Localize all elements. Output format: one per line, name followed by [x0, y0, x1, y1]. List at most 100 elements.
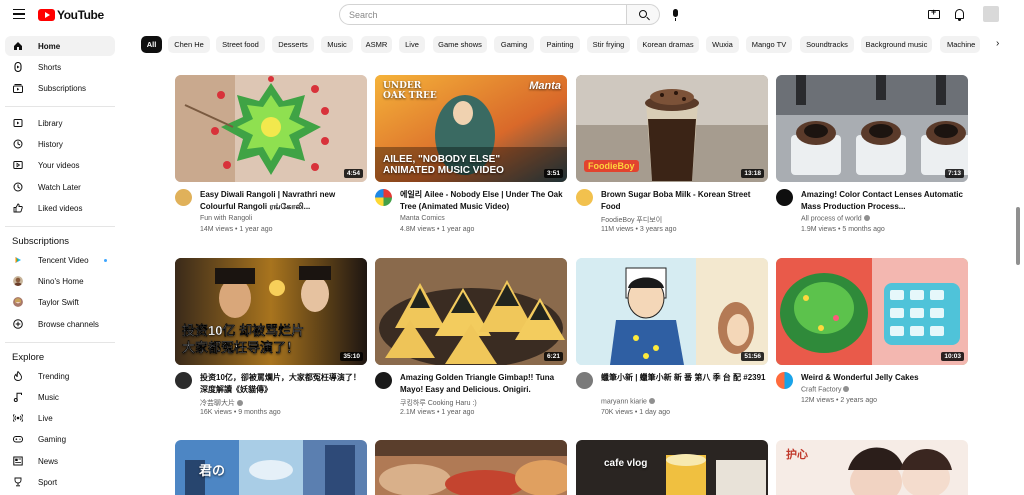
create-video-icon[interactable] [928, 7, 940, 19]
channel-name[interactable]: Craft Factory [801, 386, 850, 394]
microphone-icon[interactable] [673, 9, 678, 21]
page-scrollbar[interactable] [1016, 207, 1020, 265]
sidebar-item-label: Home [38, 41, 61, 51]
video-thumbnail[interactable]: UNDER OAK TREE Manta AILEE, "NOBODY ELSE"… [375, 75, 567, 182]
chevron-right-icon[interactable]: › [996, 39, 1004, 49]
channel-avatar[interactable] [576, 189, 593, 206]
channel-name-text: Fun with Rangoli [200, 215, 253, 222]
video-thumbnail[interactable]: 护心 [776, 440, 968, 495]
channel-avatar[interactable] [776, 372, 793, 389]
sidebar-item-library[interactable]: Library [5, 113, 115, 133]
sidebar-item-history[interactable]: History [5, 134, 115, 154]
sidebar-item-label: Subscriptions [38, 83, 87, 93]
channel-avatar[interactable] [175, 189, 192, 206]
channel-avatar[interactable] [776, 189, 793, 206]
notifications-bell-icon[interactable] [955, 9, 964, 21]
sidebar-item-live[interactable]: Live [5, 408, 115, 428]
upload-age: 9 months ago [238, 409, 281, 416]
chip-stir-frying[interactable]: Stir frying [587, 36, 630, 53]
sidebar-item-home[interactable]: Home [5, 36, 115, 56]
video-thumbnail[interactable]: 投资10亿 却被骂烂片 大家都冤枉导演了！ 35:10 [175, 258, 367, 365]
sidebar-item-sport[interactable]: Sport [5, 472, 115, 492]
video-thumbnail[interactable]: 4:54 [175, 75, 367, 182]
chip-live[interactable]: Live [399, 36, 425, 53]
sidebar-item-liked-videos[interactable]: Liked videos [5, 198, 115, 218]
channel-name-text: 쿠킹하루 Cooking Haru :) [400, 400, 477, 407]
channel-avatar[interactable] [375, 372, 392, 389]
chip-wuxia[interactable]: Wuxia [706, 36, 739, 53]
video-title[interactable]: 投资10亿，卻被罵爛片，大家都冤枉導演了！深度解讀《妖貓傳》 [200, 372, 368, 395]
video-title[interactable]: 蠟筆小新 | 蠟筆小新 新 番 第八 季 台 配 #2391 [601, 372, 769, 384]
menu-icon[interactable] [13, 9, 25, 20]
sidebar-item-gaming[interactable]: Gaming [5, 429, 115, 449]
chip-music[interactable]: Music [321, 36, 353, 53]
chip-street-food[interactable]: Street food [216, 36, 265, 53]
sidebar-item-watch-later[interactable]: Watch Later [5, 177, 115, 197]
video-title[interactable]: Amazing! Color Contact Lenses Automatic … [801, 189, 969, 212]
sidebar-item-music[interactable]: Music [5, 387, 115, 407]
video-title[interactable]: Brown Sugar Boba Milk - Korean Street Fo… [601, 189, 769, 212]
search-button[interactable] [627, 4, 660, 25]
gimbap-thumbnail-art [375, 258, 567, 365]
sidebar-item-your-videos[interactable]: Your videos [5, 155, 115, 175]
channel-name[interactable]: 冷芸聊大片 [200, 398, 243, 408]
video-title[interactable]: Weird & Wonderful Jelly Cakes [801, 372, 969, 384]
chip-machine[interactable]: Machine [940, 36, 980, 53]
sidebar-item-subscriptions[interactable]: Subscriptions [5, 78, 115, 98]
channel-name[interactable]: Manta Comics [400, 215, 445, 222]
thumbnail-caption: 投资10亿 却被骂烂片 大家都冤枉导演了！ [182, 323, 305, 355]
upload-age: 3 years ago [639, 226, 677, 233]
video-title[interactable]: Easy Diwali Rangoli | Navrathri new Colo… [200, 189, 368, 212]
sidebar-item-trending[interactable]: Trending [5, 366, 115, 386]
video-title[interactable]: Amazing Golden Triangle Gimbap!! Tuna Ma… [400, 372, 568, 395]
sidebar-item-shorts[interactable]: Shorts [5, 57, 115, 77]
video-thumbnail[interactable] [375, 440, 567, 495]
chip-all[interactable]: All [141, 36, 162, 53]
chip-game-shows[interactable]: Game shows [433, 36, 487, 53]
video-thumbnail[interactable]: 51:56 [576, 258, 768, 365]
sidebar-item-taylor-swift[interactable]: Taylor Swift [5, 292, 115, 312]
chip-desserts[interactable]: Desserts [272, 36, 314, 53]
video-thumbnail[interactable]: 君の [175, 440, 367, 495]
channel-name[interactable]: All process of world [801, 215, 870, 223]
street-food-thumbnail-art [375, 440, 567, 495]
sidebar-item-label: Watch Later [38, 182, 81, 192]
video-meta: 70K views • 1 day ago [601, 409, 670, 416]
channel-name-text: All process of world [801, 215, 862, 223]
video-meta: 2.1M views • 1 year ago [400, 409, 475, 416]
chip-mango-tv[interactable]: Mango TV [746, 36, 792, 53]
chip-painting[interactable]: Painting [540, 36, 580, 53]
channel-name[interactable]: FoodieBoy 푸디보이 [601, 215, 662, 225]
chip-background-music[interactable]: Background music [861, 36, 932, 53]
account-avatar[interactable] [983, 6, 999, 22]
channel-name[interactable]: 쿠킹하루 Cooking Haru :) [400, 398, 477, 408]
sidebar-item-news[interactable]: News [5, 451, 115, 471]
video-thumbnail[interactable]: cafe vlog [576, 440, 768, 495]
chip-korean-dramas[interactable]: Korean dramas [637, 36, 699, 53]
channel-name[interactable]: Fun with Rangoli [200, 215, 252, 222]
chip-gaming[interactable]: Gaming [494, 36, 534, 53]
sidebar-item-tencent-video[interactable]: Tencent Video [5, 250, 115, 270]
your-videos-icon [13, 160, 23, 170]
sidebar-item-label: Sport [38, 477, 58, 487]
video-thumbnail[interactable]: 7:13 [776, 75, 968, 182]
video-thumbnail[interactable]: FoodieBoy 13:18 [576, 75, 768, 182]
live-icon [13, 413, 23, 423]
channel-name[interactable]: maryann kiarie [601, 398, 655, 406]
channel-avatar[interactable] [375, 189, 392, 206]
sidebar-item-ninos-home[interactable]: Nino's Home [5, 271, 115, 291]
new-content-dot [104, 259, 107, 262]
chip-chen-he[interactable]: Chen He [168, 36, 210, 53]
view-count: 16K views [200, 409, 232, 416]
video-title[interactable]: 에일리 Ailee - Nobody Else | Under The Oak … [400, 189, 568, 212]
youtube-logo[interactable]: YouTube [38, 8, 104, 22]
channel-avatar[interactable] [576, 372, 593, 389]
channel-avatar[interactable] [175, 372, 192, 389]
chip-asmr[interactable]: ASMR [361, 36, 392, 53]
video-thumbnail[interactable]: 6:21 [375, 258, 567, 365]
sidebar-item-browse-channels[interactable]: Browse channels [5, 314, 115, 334]
chip-soundtracks[interactable]: Soundtracks [800, 36, 854, 53]
video-thumbnail[interactable]: 10:03 [776, 258, 968, 365]
upload-age: 1 year ago [441, 409, 475, 416]
search-input[interactable]: Search [339, 4, 627, 25]
